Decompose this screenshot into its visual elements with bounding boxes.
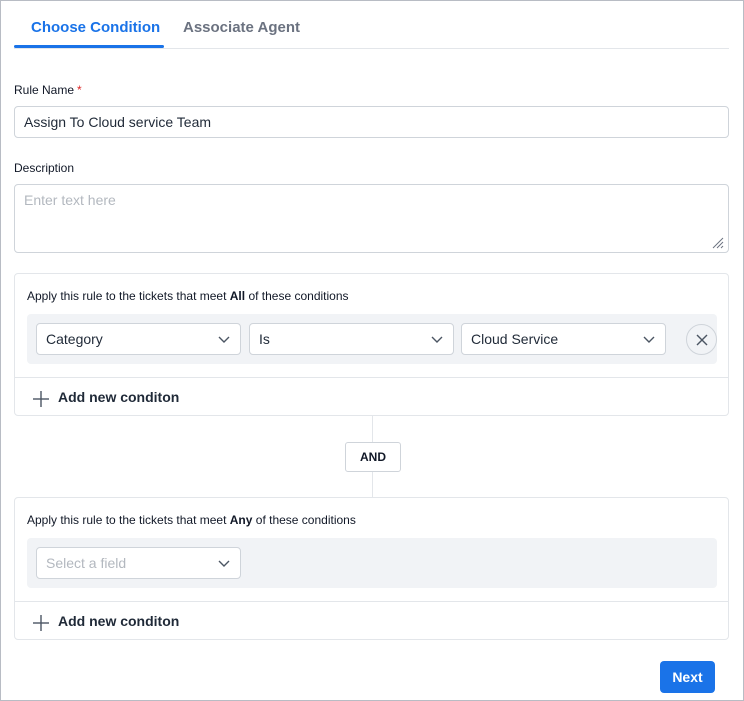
panel-divider [15, 601, 728, 602]
chevron-down-icon [643, 336, 655, 343]
tab-associate-agent[interactable]: Associate Agent [183, 19, 300, 36]
rule-name-label: Rule Name * [14, 83, 82, 97]
condition-row: Select a field [27, 538, 717, 588]
rule-name-label-text: Rule Name [14, 83, 75, 97]
description-label: Description [14, 161, 75, 175]
any-title-keyword: Any [229, 513, 253, 527]
any-conditions-title: Apply this rule to the tickets that meet… [27, 513, 356, 527]
connector-line-top [372, 416, 373, 442]
add-condition-button-all[interactable]: Add new conditon [33, 388, 193, 408]
condition-field-select[interactable]: Category [36, 323, 241, 355]
select-field-dropdown[interactable]: Select a field [36, 547, 241, 579]
and-connector[interactable]: AND [345, 442, 401, 472]
remove-condition-button[interactable] [686, 324, 717, 355]
condition-row: Category Is Cloud Service [27, 314, 717, 364]
chevron-down-icon [431, 336, 443, 343]
condition-field-value: Category [46, 331, 103, 347]
rule-editor-window: Choose Condition Associate Agent Rule Na… [0, 0, 744, 701]
required-marker: * [77, 83, 82, 97]
add-condition-label: Add new conditon [58, 389, 180, 405]
chevron-down-icon [218, 560, 230, 567]
chevron-down-icon [218, 336, 230, 343]
description-textarea[interactable] [14, 184, 729, 253]
condition-value-value: Cloud Service [471, 331, 559, 347]
rule-name-input[interactable] [14, 106, 729, 138]
plus-icon [33, 615, 49, 631]
connector-line-bottom [372, 472, 373, 497]
tab-choose-condition[interactable]: Choose Condition [31, 19, 160, 36]
all-conditions-panel: Apply this rule to the tickets that meet… [14, 273, 729, 416]
plus-icon [33, 391, 49, 407]
panel-divider [15, 377, 728, 378]
add-condition-button-any[interactable]: Add new conditon [33, 612, 193, 632]
any-title-prefix: Apply this rule to the tickets that meet [27, 513, 230, 527]
add-condition-label: Add new conditon [58, 613, 180, 629]
close-icon [696, 334, 708, 346]
all-title-prefix: Apply this rule to the tickets that meet [27, 289, 230, 303]
condition-operator-value: Is [259, 331, 270, 347]
select-field-placeholder: Select a field [46, 555, 127, 571]
active-tab-indicator [14, 45, 164, 48]
all-conditions-title: Apply this rule to the tickets that meet… [27, 289, 349, 303]
any-conditions-panel: Apply this rule to the tickets that meet… [14, 497, 729, 640]
all-title-suffix: of these conditions [245, 289, 349, 303]
next-button[interactable]: Next [660, 661, 715, 693]
condition-operator-select[interactable]: Is [249, 323, 454, 355]
all-title-keyword: All [229, 289, 246, 303]
condition-value-select[interactable]: Cloud Service [461, 323, 666, 355]
any-title-suffix: of these conditions [252, 513, 356, 527]
resize-grip-icon[interactable] [711, 236, 724, 249]
tab-bar: Choose Condition Associate Agent [14, 1, 729, 49]
